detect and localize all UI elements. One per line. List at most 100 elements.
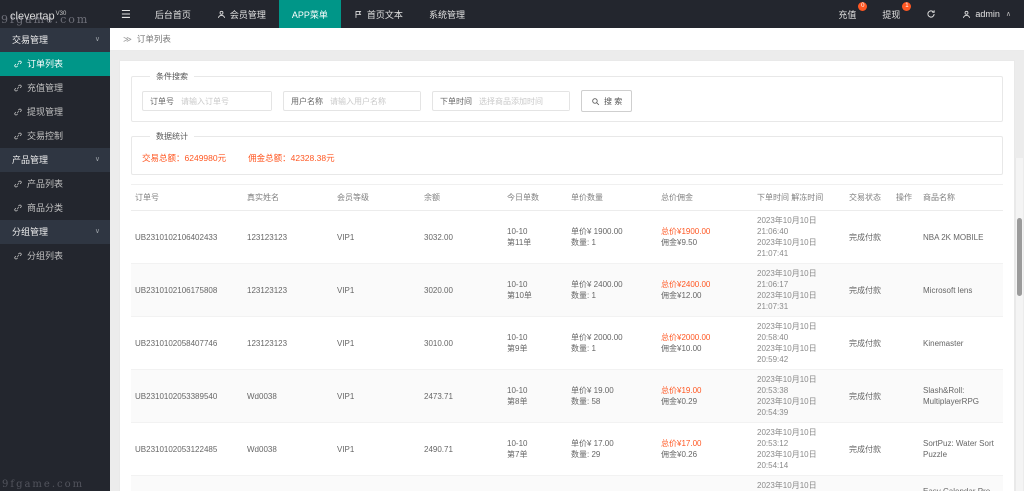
link-icon xyxy=(14,108,22,116)
cell-total-commission: 总价¥2400.00 佣金¥12.00 xyxy=(657,263,753,317)
nav-item-后台首页[interactable]: 后台首页 xyxy=(142,0,204,28)
cell-member-level: VIP1 xyxy=(333,316,420,370)
breadcrumb-icon: ≫ xyxy=(123,33,132,44)
column-header: 会员等级 xyxy=(333,184,420,211)
table-row[interactable]: UB2310102053081087Wd0038VIP12505.7110-10… xyxy=(131,475,1003,491)
withdraw-label: 提现 xyxy=(882,9,901,20)
sidebar: 交易管理 ∨ 订单列表充值管理提现管理交易控制产品管理 ∨ 产品列表商品分类分组管理 ∨ 分… xyxy=(0,28,110,491)
cell-real-name: Wd0038 xyxy=(243,422,333,476)
cell-real-name: 123123123 xyxy=(243,316,333,370)
collapse-sidebar-button[interactable]: ☰ xyxy=(110,0,142,28)
table-row[interactable]: UB2310102106175808 123123123 VIP1 3020.00 10… xyxy=(131,263,1003,317)
cell-product: NBA 2K MOBILE xyxy=(919,210,1003,264)
sidebar-item-label: 充值管理 xyxy=(27,83,64,93)
sidebar-group-title[interactable]: 分组管理 ∨ xyxy=(0,220,110,244)
cell-unit-price-qty: 单价¥ 15.00数量: 125 xyxy=(567,475,657,491)
order-table-head: 订单号 真实姓名 会员等级 余额 今日单数 单价数量 总价佣金 下单时间 解冻时间 交易状态 操作… xyxy=(131,184,1003,211)
sidebar-item-商品分类[interactable]: 商品分类 xyxy=(0,196,110,220)
cell-balance: 2505.71 xyxy=(420,475,503,491)
sidebar-item-交易控制[interactable]: 交易控制 xyxy=(0,124,110,148)
chevron-down-icon: ∨ xyxy=(94,36,100,43)
cell-product: Kinemaster xyxy=(919,316,1003,370)
link-icon xyxy=(14,180,22,188)
cell-total-commission: 总价¥1900.00 佣金¥9.50 xyxy=(657,210,753,264)
app-logo-text: clevertap xyxy=(10,10,55,23)
cell-status: 完成付款 xyxy=(845,422,892,476)
app-logo-version: V30 xyxy=(55,11,67,17)
cell-order-no: UB2310102053122485 xyxy=(131,422,243,476)
refresh-button[interactable] xyxy=(913,0,949,28)
vertical-scrollbar[interactable] xyxy=(1015,158,1023,491)
order-no-input[interactable] xyxy=(181,92,271,110)
nav-item-APP菜单[interactable]: APP菜单 xyxy=(278,0,341,28)
order-time-input[interactable] xyxy=(479,92,569,110)
cell-status: 完成付款 xyxy=(845,475,892,491)
table-row[interactable]: UB2310102106402433 123123123 VIP1 3032.00 10… xyxy=(131,210,1003,264)
main-content: 条件搜索 订单号 用户名称 下单时间 搜 索 xyxy=(110,51,1024,491)
stats-fieldset: 数据统计 交易总额：6249980元 佣金总额：42328.38元 xyxy=(131,131,1003,175)
nav-item-会员管理[interactable]: 会员管理 xyxy=(204,0,279,28)
sidebar-item-产品列表[interactable]: 产品列表 xyxy=(0,172,110,196)
sidebar-item-充值管理[interactable]: 充值管理 xyxy=(0,76,110,100)
link-icon xyxy=(14,204,22,212)
chevron-up-icon: ∧ xyxy=(1005,11,1011,18)
cell-real-name: 123123123 xyxy=(243,210,333,264)
cell-real-name: Wd0038 xyxy=(243,369,333,423)
chevron-down-icon: ∨ xyxy=(94,156,100,163)
cell-member-level: VIP1 xyxy=(333,422,420,476)
refresh-icon xyxy=(926,9,936,19)
top-navbar: clevertapV30 9fgame.com ☰ 后台首页 会员管理 APP菜单 首… xyxy=(0,0,1024,28)
order-table: 订单号 真实姓名 会员等级 余额 今日单数 单价数量 总价佣金 下单时间 解冻时间 交易状态 操作… xyxy=(131,184,1003,491)
username: admin xyxy=(975,9,1000,19)
chevron-down-icon: ∨ xyxy=(94,228,100,235)
cell-member-level: VIP1 xyxy=(333,475,420,491)
sidebar-group-label: 交易管理 xyxy=(12,35,49,45)
search-button-label: 搜 索 xyxy=(604,96,623,106)
cell-today-orders: 10-10 第8单 xyxy=(503,369,567,423)
cell-today-orders: 10-10第6单 xyxy=(503,475,567,491)
cell-total-commission: 总价¥19.00 佣金¥0.29 xyxy=(657,369,753,423)
nav-item-系统管理[interactable]: 系统管理 xyxy=(416,0,478,28)
cell-unit-price-qty: 单价¥ 2400.00 数量: 1 xyxy=(567,263,657,317)
sidebar-group-title[interactable]: 产品管理 ∨ xyxy=(0,148,110,172)
cell-today-orders: 10-10 第11单 xyxy=(503,210,567,264)
cell-unit-price-qty: 单价¥ 17.00 数量: 29 xyxy=(567,422,657,476)
sidebar-item-订单列表[interactable]: 订单列表 xyxy=(0,52,110,76)
recharge-label: 充值 xyxy=(838,9,857,20)
cell-balance: 3020.00 xyxy=(420,263,503,317)
order-table-body: UB2310102106402433 123123123 VIP1 3032.00 10… xyxy=(131,210,1003,491)
cell-total-commission: 总价¥2000.00 佣金¥10.00 xyxy=(657,316,753,370)
table-row[interactable]: UB2310102053389540 Wd0038 VIP1 2473.71 10-10… xyxy=(131,369,1003,423)
search-fieldset: 条件搜索 订单号 用户名称 下单时间 搜 索 xyxy=(131,71,1003,122)
cell-real-name: Wd0038 xyxy=(243,475,333,491)
user-name-input[interactable] xyxy=(330,92,420,110)
nav-item-首页文本[interactable]: 首页文本 xyxy=(341,0,416,28)
cell-operation xyxy=(892,369,919,423)
cell-times: 2023年10月10日 20:53:082023年10月10日 20:54:09 xyxy=(753,475,845,491)
sidebar-item-label: 商品分类 xyxy=(27,203,64,213)
user-menu[interactable]: admin ∧ xyxy=(949,0,1024,28)
scrollbar-thumb[interactable] xyxy=(1017,218,1022,296)
sidebar-item-分组列表[interactable]: 分组列表 xyxy=(0,244,110,268)
recharge-badge: 0 xyxy=(858,2,868,11)
table-row[interactable]: UB2310102058407746 123123123 VIP1 3010.00 10… xyxy=(131,316,1003,370)
cell-order-no: UB2310102058407746 xyxy=(131,316,243,370)
cell-operation xyxy=(892,210,919,264)
cell-times: 2023年10月10日 21:06:17 2023年10月10日 21:07:31 xyxy=(753,263,845,317)
search-button[interactable]: 搜 索 xyxy=(581,90,633,112)
sidebar-group-title[interactable]: 交易管理 ∨ xyxy=(0,28,110,52)
cell-total-commission: 总价¥17.00 佣金¥0.26 xyxy=(657,422,753,476)
sidebar-item-label: 交易控制 xyxy=(27,131,64,141)
withdraw-nav-item[interactable]: 提现 1 xyxy=(869,0,913,28)
cell-balance: 2473.71 xyxy=(420,369,503,423)
cell-order-no: UB2310102053081087 xyxy=(131,475,243,491)
table-row[interactable]: UB2310102053122485 Wd0038 VIP1 2490.71 10-10… xyxy=(131,422,1003,476)
flag-icon xyxy=(354,10,363,19)
recharge-nav-item[interactable]: 充值 0 xyxy=(825,0,869,28)
navbar-right: 充值 0 提现 1 admin ∧ xyxy=(825,0,1024,28)
cell-operation xyxy=(892,422,919,476)
app-logo: clevertapV30 9fgame.com xyxy=(0,0,110,28)
cell-real-name: 123123123 xyxy=(243,263,333,317)
cell-unit-price-qty: 单价¥ 19.00 数量: 58 xyxy=(567,369,657,423)
sidebar-item-提现管理[interactable]: 提现管理 xyxy=(0,100,110,124)
